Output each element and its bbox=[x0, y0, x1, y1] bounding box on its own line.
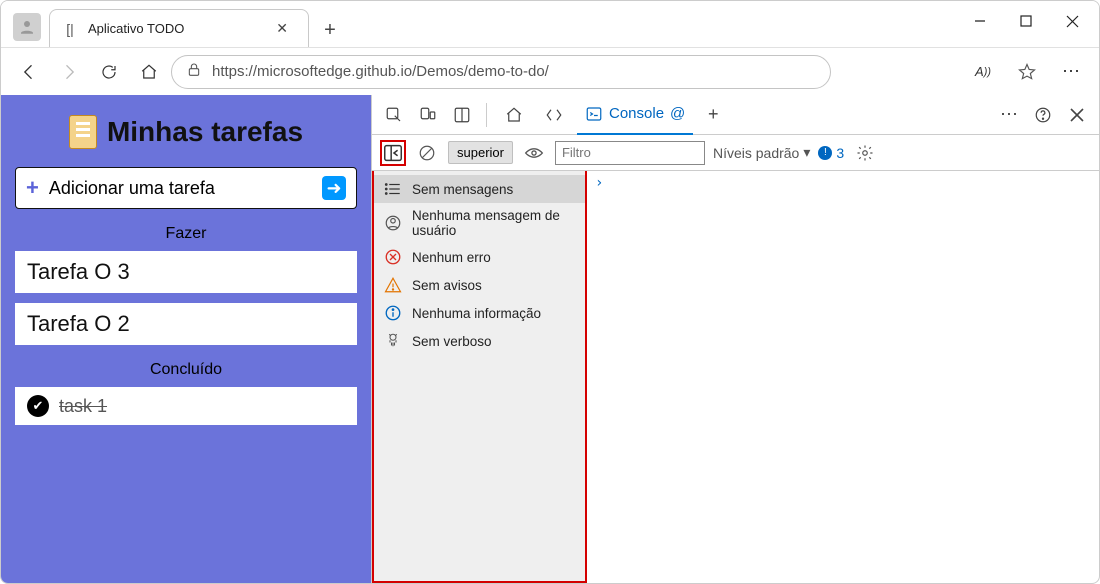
add-task-bar[interactable]: + Adicionar uma tarefa ➜ bbox=[15, 167, 357, 209]
context-selector[interactable]: superior bbox=[448, 141, 513, 164]
titlebar: [| Aplicativo TODO ✕ + bbox=[1, 1, 1099, 47]
window-controls bbox=[957, 5, 1095, 37]
devtools-tabstrip: Console @ + ⋯ bbox=[372, 95, 1099, 135]
dock-side-icon[interactable] bbox=[448, 101, 476, 129]
task-item[interactable]: Tarefa O 3 bbox=[15, 251, 357, 293]
section-done-label: Concluído bbox=[15, 361, 357, 379]
clipboard-icon bbox=[69, 115, 97, 149]
favorite-icon[interactable] bbox=[1009, 54, 1045, 90]
url-text: https://microsoftedge.github.io/Demos/de… bbox=[212, 63, 549, 80]
maximize-button[interactable] bbox=[1003, 5, 1049, 37]
read-aloud-icon[interactable]: A)) bbox=[965, 54, 1001, 90]
toggle-sidebar-button[interactable] bbox=[380, 140, 406, 166]
issues-badge-icon: @ bbox=[670, 105, 685, 122]
lock-icon bbox=[186, 62, 202, 82]
console-toolbar: superior Níveis padrão ▾ ! 3 bbox=[372, 135, 1099, 171]
forward-button bbox=[51, 54, 87, 90]
issues-counter[interactable]: ! 3 bbox=[818, 145, 844, 161]
more-tabs-button[interactable]: + bbox=[699, 101, 727, 129]
log-levels-selector[interactable]: Níveis padrão ▾ bbox=[713, 144, 810, 161]
sidebar-info[interactable]: Nenhuma informação bbox=[374, 299, 585, 327]
section-todo-label: Fazer bbox=[15, 225, 357, 243]
tab-welcome[interactable] bbox=[497, 95, 531, 135]
tab-title: Aplicativo TODO bbox=[88, 21, 272, 36]
devtools-help-icon[interactable] bbox=[1029, 101, 1057, 129]
home-button[interactable] bbox=[131, 54, 167, 90]
tab-elements[interactable] bbox=[537, 95, 571, 135]
check-icon: ✔ bbox=[27, 395, 49, 417]
close-window-button[interactable] bbox=[1049, 5, 1095, 37]
back-button[interactable] bbox=[11, 54, 47, 90]
issues-dot-icon: ! bbox=[818, 146, 832, 160]
more-menu-icon[interactable]: ⋯ bbox=[1053, 54, 1089, 90]
chevron-down-icon: ▾ bbox=[803, 144, 810, 161]
add-task-placeholder: Adicionar uma tarefa bbox=[49, 178, 215, 199]
tab-favicon: [| bbox=[62, 21, 78, 37]
refresh-button[interactable] bbox=[91, 54, 127, 90]
todo-app: Minhas tarefas + Adicionar uma tarefa ➜ … bbox=[1, 95, 371, 583]
clear-console-icon[interactable] bbox=[414, 140, 440, 166]
browser-window: [| Aplicativo TODO ✕ + https://microsoft… bbox=[0, 0, 1100, 584]
page-title: Minhas tarefas bbox=[15, 115, 357, 149]
live-expression-icon[interactable] bbox=[521, 140, 547, 166]
sidebar-warnings[interactable]: Sem avisos bbox=[374, 271, 585, 299]
content-area: Minhas tarefas + Adicionar uma tarefa ➜ … bbox=[1, 95, 1099, 583]
devtools-more-icon[interactable]: ⋯ bbox=[995, 101, 1023, 129]
browser-tab[interactable]: [| Aplicativo TODO ✕ bbox=[49, 9, 309, 47]
devtools-panel: Console @ + ⋯ superior Níveis padrão bbox=[371, 95, 1099, 583]
console-output[interactable]: › bbox=[587, 171, 1099, 583]
submit-task-button[interactable]: ➜ bbox=[322, 176, 346, 200]
console-sidebar: Sem mensagens Nenhuma mensagem de usuári… bbox=[372, 171, 587, 583]
task-item-done[interactable]: ✔ task 1 bbox=[15, 387, 357, 425]
new-tab-button[interactable]: + bbox=[313, 13, 347, 47]
console-settings-icon[interactable] bbox=[852, 140, 878, 166]
tab-console[interactable]: Console @ bbox=[577, 95, 693, 135]
sidebar-user-messages[interactable]: Nenhuma mensagem de usuário bbox=[374, 203, 585, 243]
inspect-element-icon[interactable] bbox=[380, 101, 408, 129]
tab-close-icon[interactable]: ✕ bbox=[272, 18, 292, 39]
profile-avatar[interactable] bbox=[13, 13, 41, 41]
url-bar[interactable]: https://microsoftedge.github.io/Demos/de… bbox=[171, 55, 831, 89]
console-prompt-icon: › bbox=[595, 175, 603, 191]
minimize-button[interactable] bbox=[957, 5, 1003, 37]
device-toolbar-icon[interactable] bbox=[414, 101, 442, 129]
task-item[interactable]: Tarefa O 2 bbox=[15, 303, 357, 345]
sidebar-verbose[interactable]: Sem verboso bbox=[374, 327, 585, 355]
sidebar-messages[interactable]: Sem mensagens bbox=[374, 175, 585, 203]
devtools-close-icon[interactable] bbox=[1063, 101, 1091, 129]
plus-icon: + bbox=[26, 175, 39, 201]
navigation-bar: https://microsoftedge.github.io/Demos/de… bbox=[1, 47, 1099, 95]
filter-input[interactable] bbox=[555, 141, 705, 165]
sidebar-errors[interactable]: Nenhum erro bbox=[374, 243, 585, 271]
console-body: Sem mensagens Nenhuma mensagem de usuári… bbox=[372, 171, 1099, 583]
